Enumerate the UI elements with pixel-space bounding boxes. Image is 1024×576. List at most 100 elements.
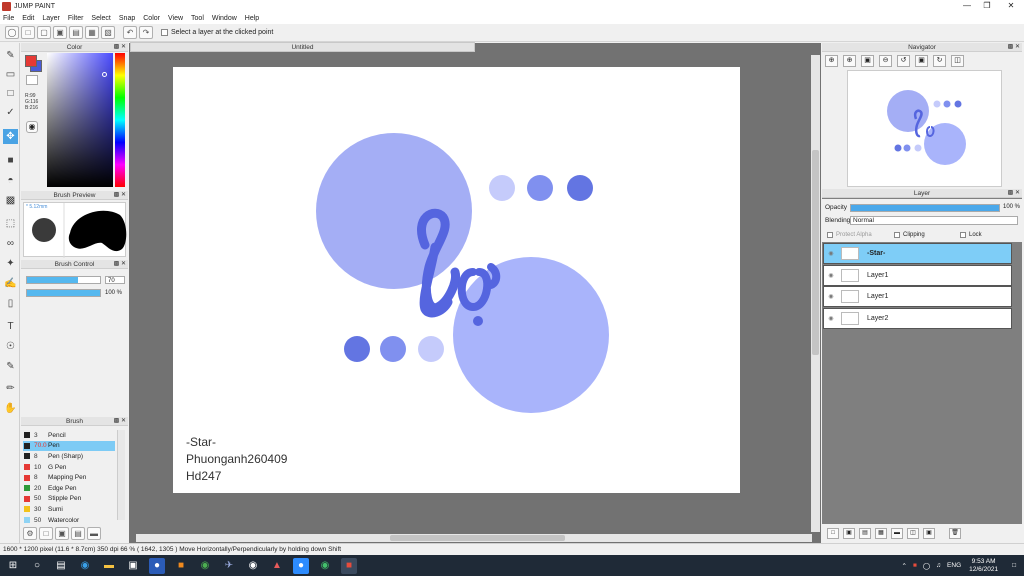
menu-filter[interactable]: Filter — [68, 15, 84, 22]
file-explorer-icon[interactable]: ▬ — [101, 558, 117, 574]
menu-view[interactable]: View — [168, 15, 183, 22]
delete-layer-icon[interactable]: 🗑 — [949, 528, 961, 539]
chrome-icon[interactable]: ◉ — [197, 558, 213, 574]
lock-checkbox[interactable]: Lock — [960, 232, 982, 238]
brush-list-scrollbar[interactable] — [117, 430, 125, 520]
brush-opacity-slider[interactable] — [26, 289, 101, 297]
close-icon[interactable]: ▩ ✕ — [1008, 189, 1020, 198]
open-icon[interactable]: □ — [21, 26, 35, 39]
brush-copy-icon[interactable]: ▣ — [55, 527, 69, 540]
brush-list-item[interactable]: 8 Mapping Pen — [23, 472, 115, 483]
move-tool-icon[interactable]: ✥ — [3, 129, 18, 144]
save-icon[interactable]: ▢ — [37, 26, 51, 39]
camera-icon[interactable]: ◉ — [245, 558, 261, 574]
text-tool-icon[interactable]: T — [3, 319, 18, 334]
close-button[interactable]: ✕ — [1002, 0, 1020, 12]
jump-paint-taskbar-icon[interactable]: ■ — [341, 557, 357, 574]
fit-icon[interactable]: ▣ — [861, 55, 874, 67]
rectangle-tool-icon[interactable]: □ — [3, 86, 18, 101]
brush-size-input[interactable]: 70 — [105, 276, 125, 284]
blending-select[interactable]: Normal — [850, 216, 1018, 225]
rotate-left-icon[interactable]: ↺ — [897, 55, 910, 67]
close-icon[interactable]: ▩ ✕ — [114, 43, 126, 52]
copy-layer-icon[interactable]: ▤ — [859, 528, 871, 539]
menu-layer[interactable]: Layer — [42, 15, 60, 22]
brush-tool-icon[interactable]: ✎ — [3, 48, 18, 63]
app-plane-icon[interactable]: ✈ — [221, 558, 237, 574]
line-tool-icon[interactable]: ✓ — [3, 105, 18, 120]
page-icon[interactable]: ▤ — [69, 26, 83, 39]
transform-tool-icon[interactable]: ✎ — [3, 359, 18, 374]
brush-list-item[interactable]: 3 Pencil — [23, 430, 115, 441]
save-as-icon[interactable]: ▣ — [53, 26, 67, 39]
select-eraser-tool-icon[interactable]: ▯ — [3, 296, 18, 311]
bucket-tool-icon[interactable]: ◓ — [3, 173, 18, 188]
zoom-out-icon[interactable]: ⊖ — [879, 55, 892, 67]
layer-effect-icon[interactable]: ▦ — [875, 528, 887, 539]
app-green-icon[interactable]: ◉ — [317, 558, 333, 574]
zoom-app-icon[interactable]: ● — [293, 557, 309, 574]
canvas-paper[interactable]: -Star- Phuonganh260409 Hd247 — [173, 67, 740, 493]
volume-icon[interactable]: ♫ — [936, 562, 941, 569]
hue-slider[interactable] — [115, 53, 125, 187]
document-tab[interactable]: Untitled — [130, 42, 475, 52]
eyedropper-tool-icon[interactable]: ✏ — [3, 381, 18, 396]
menu-select[interactable]: Select — [91, 15, 110, 22]
fill-rect-tool-icon[interactable]: ■ — [3, 153, 18, 168]
layer-row[interactable]: ◉ -Star- — [823, 243, 1012, 264]
hand-tool-icon[interactable]: ✋ — [3, 401, 18, 416]
redo-icon[interactable]: ↷ — [139, 26, 153, 39]
chevron-up-icon[interactable]: ⌃ — [902, 562, 907, 570]
brush-list-item[interactable]: 50 Stipple Pen — [23, 494, 115, 505]
store-icon[interactable]: ▣ — [125, 558, 141, 574]
brush-list-item[interactable]: 50 Watercolor — [23, 515, 115, 526]
visibility-icon[interactable]: ◉ — [824, 309, 838, 328]
menu-help[interactable]: Help — [245, 15, 259, 22]
brush-list-item[interactable]: 70.0 Pen — [23, 440, 115, 452]
layer-row[interactable]: ◉ Layer1 — [823, 264, 1012, 286]
wifi-icon[interactable]: ◯ — [923, 562, 930, 570]
brush-folder-icon[interactable]: ▬ — [87, 527, 101, 540]
maximize-button[interactable]: ❐ — [978, 0, 996, 12]
windows-start-icon[interactable]: ⊞ — [5, 558, 21, 574]
brush-list-item[interactable]: 20 Edge Pen — [23, 483, 115, 494]
select-layer-checkbox[interactable] — [161, 29, 168, 36]
tray-app-icon[interactable]: ■ — [913, 562, 917, 569]
clear-layer-icon[interactable]: ▣ — [923, 528, 935, 539]
office-icon[interactable]: ■ — [173, 558, 189, 574]
menu-window[interactable]: Window — [212, 15, 237, 22]
edge-browser-icon[interactable]: ◉ — [77, 558, 93, 574]
shape-tool-icon[interactable]: ☉ — [3, 339, 18, 354]
brush-list-item[interactable]: 10 G Pen — [23, 462, 115, 473]
grid-icon[interactable]: ▦ — [85, 26, 99, 39]
menu-file[interactable]: File — [3, 15, 14, 22]
horizontal-scroll-thumb[interactable] — [390, 535, 565, 541]
clipping-checkbox[interactable]: Clipping — [894, 232, 925, 238]
layer-row[interactable]: ◉ Layer1 — [823, 286, 1012, 307]
language-indicator[interactable]: ENG — [947, 562, 961, 569]
brush-size-slider[interactable] — [26, 276, 101, 284]
clock[interactable]: 9:53 AM 12/6/2021 — [969, 558, 998, 574]
undo-icon[interactable]: ↶ — [123, 26, 137, 39]
lasso-tool-icon[interactable]: ∞ — [3, 236, 18, 251]
teams-icon[interactable]: ● — [149, 557, 165, 574]
brush-import-icon[interactable]: ▤ — [71, 527, 85, 540]
new-layer-icon[interactable]: □ — [827, 528, 839, 539]
eraser-tool-icon[interactable]: ▭ — [3, 67, 18, 82]
minimize-button[interactable]: — — [958, 0, 976, 12]
visibility-icon[interactable]: ◉ — [824, 266, 838, 285]
wand-tool-icon[interactable]: ✦ — [3, 256, 18, 271]
close-icon[interactable]: ▩ ✕ — [114, 191, 126, 200]
search-icon[interactable]: ○ — [29, 558, 45, 574]
transparent-swatch[interactable] — [26, 75, 38, 85]
zoom-in-icon[interactable]: ⊕ — [825, 55, 838, 67]
menu-snap[interactable]: Snap — [119, 15, 135, 22]
navigator-preview[interactable] — [847, 70, 1002, 187]
merge-layer-icon[interactable]: ◫ — [907, 528, 919, 539]
app-red-icon[interactable]: ▲ — [269, 558, 285, 574]
palette-icon[interactable]: ◉ — [26, 121, 38, 133]
layer-row[interactable]: ◉ Layer2 — [823, 307, 1012, 329]
menu-tool[interactable]: Tool — [191, 15, 204, 22]
close-icon[interactable]: ▩ ✕ — [114, 260, 126, 269]
close-icon[interactable]: ▩ ✕ — [1008, 43, 1020, 52]
